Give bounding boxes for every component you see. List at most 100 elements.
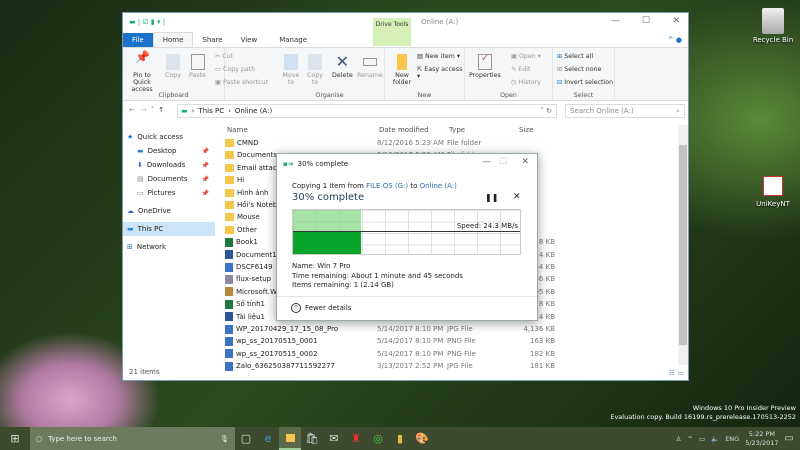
file-row[interactable]: wp_ss_20170515_0002 5/14/2017 8:10 PM PNG … [225, 348, 665, 360]
move-to-button[interactable]: Move to [281, 54, 301, 86]
destination-link[interactable]: Online (A:) [420, 182, 457, 190]
file-type: PNG File [447, 349, 476, 358]
file-explorer-taskbar-icon[interactable] [279, 427, 301, 450]
recent-locations-button[interactable]: ˅ [151, 106, 155, 114]
time-remaining: Time remaining: About 1 minute and 45 se… [292, 271, 463, 280]
ribbon: 📌 Pin to Quick access Copy Paste Clipboar… [123, 47, 688, 101]
microphone-icon[interactable]: 🎙 [220, 435, 229, 443]
copy-icon [165, 54, 180, 70]
edge-icon[interactable]: e [257, 427, 279, 450]
maximize-button[interactable]: ☐ [642, 16, 650, 26]
language-indicator[interactable]: ENG [725, 435, 739, 443]
start-button[interactable]: ⊞ [0, 427, 30, 450]
app-green-icon[interactable]: ◎ [367, 427, 389, 450]
select-none-button[interactable]: ⊞ Select none [557, 66, 601, 73]
tab-file[interactable]: File [123, 33, 153, 47]
delete-button[interactable]: ✕ Delete [332, 54, 353, 80]
nav-onedrive[interactable]: ☁ OneDrive [123, 204, 215, 218]
address-bar[interactable]: ▬ › This PC › Online (A:) ˅ ↻ [177, 104, 557, 118]
rename-button[interactable]: Rename [357, 54, 383, 79]
up-button[interactable]: ↑ [158, 106, 164, 114]
breadcrumb-this-pc[interactable]: This PC [198, 107, 224, 115]
easy-access-button[interactable]: ⇱ Easy access ▾ [417, 66, 464, 80]
column-name[interactable]: Name [227, 126, 248, 134]
tab-manage[interactable]: Manage [270, 33, 316, 47]
file-name: Microsoft.W [236, 287, 278, 296]
dialog-close-button[interactable]: ✕ [521, 157, 529, 167]
app-red-icon[interactable]: ♜ [345, 427, 367, 450]
search-box[interactable]: ○ Type here to search 🎙 [30, 427, 235, 450]
paste-button[interactable]: Paste [189, 54, 206, 79]
forward-button[interactable]: → [141, 106, 147, 114]
new-folder-icon [397, 54, 407, 70]
file-date: 5/14/2017 8:10 PM [377, 325, 444, 333]
nav-downloads[interactable]: ⬇ Downloads 📌 [123, 158, 215, 172]
copy-path-button[interactable]: ▭ Copy path [215, 66, 255, 73]
new-item-button[interactable]: ▤ New item ▾ [417, 53, 460, 60]
nav-quick-access[interactable]: ★ Quick access [123, 130, 215, 144]
column-size[interactable]: Size [519, 126, 533, 134]
vertical-scrollbar[interactable] [678, 125, 688, 365]
dialog-minimize-button[interactable]: — [482, 157, 491, 167]
recycle-bin-shortcut[interactable]: Recycle Bin [748, 8, 798, 44]
copy-to-button[interactable]: Copy to [305, 54, 325, 86]
column-type[interactable]: Type [449, 126, 465, 134]
action-center-icon[interactable]: ▭ [785, 433, 794, 444]
file-row[interactable]: WP_20170429_17_15_08_Pro 5/14/2017 8:10 P… [225, 323, 665, 335]
column-date[interactable]: Date modified [379, 126, 429, 134]
folder-icon [225, 151, 234, 160]
tray-overflow-icon[interactable]: ^ [687, 435, 692, 443]
back-button[interactable]: ← [129, 106, 135, 114]
file-row[interactable]: wp_ss_20170515_0001 5/14/2017 8:10 PM PNG … [225, 335, 665, 347]
cancel-copy-button[interactable]: ✕ [513, 192, 521, 202]
properties-button[interactable]: ✓ Properties [469, 54, 501, 80]
fewer-details-button[interactable]: ^ Fewer details [291, 303, 351, 313]
tab-share[interactable]: Share [193, 33, 231, 47]
nav-this-pc[interactable]: ▬ This PC [123, 222, 215, 236]
invert-selection-button[interactable]: ⊟ Invert selection [557, 79, 613, 86]
refresh-icon[interactable]: ˅ ↻ [540, 107, 552, 115]
tab-home[interactable]: Home [152, 32, 194, 47]
paint-icon[interactable]: 🎨 [411, 427, 433, 450]
title-bar: ▬ | ☑ ▮ ▾ | Drive Tools Online (A:) — ☐ … [123, 13, 688, 46]
download-icon: ⬇ [137, 161, 143, 169]
volume-icon[interactable]: 🔈 [711, 435, 719, 443]
clipboard-group: 📌 Pin to Quick access Copy Paste Clipboar… [123, 48, 225, 101]
file-row[interactable]: CMND 8/12/2016 5:23 AM File folder [225, 137, 665, 149]
excel-file-icon [225, 237, 233, 247]
file-row[interactable]: Zalo_636250387711592277 3/13/2017 2:52 PM… [225, 360, 665, 372]
source-link[interactable]: FILE OS (G:) [366, 182, 408, 190]
clock[interactable]: 5:22 PM 5/23/2017 [745, 430, 778, 448]
unikey-shortcut[interactable]: UniKeyNT [750, 176, 796, 208]
new-folder-button[interactable]: New folder [391, 54, 413, 86]
edit-button[interactable]: ✎ Edit [511, 66, 530, 73]
select-all-button[interactable]: ⊞ Select all [557, 53, 593, 60]
quick-access-toolbar[interactable]: ▬ | ☑ ▮ ▾ | [129, 18, 165, 26]
speed-line [293, 231, 520, 232]
nav-pictures[interactable]: ▭ Pictures 📌 [123, 186, 215, 200]
minimize-button[interactable]: — [611, 16, 620, 26]
nav-desktop[interactable]: ▬ Desktop 📌 [123, 144, 215, 158]
view-toggle-icons[interactable]: ☷ ▭ [669, 369, 684, 377]
people-icon[interactable]: ♙ [676, 435, 682, 443]
scrollbar-thumb[interactable] [679, 145, 687, 345]
nav-network[interactable]: ⊞ Network [123, 240, 215, 254]
breadcrumb-online[interactable]: Online (A:) [235, 107, 272, 115]
cut-button[interactable]: ✂ Cut [215, 53, 233, 60]
pin-to-quick-access-button[interactable]: 📌 Pin to Quick access [125, 51, 159, 93]
history-button[interactable]: ◷ History [511, 79, 541, 86]
paste-shortcut-button[interactable]: ▣ Paste shortcut [215, 79, 268, 86]
network-tray-icon[interactable]: ▭ [699, 435, 705, 443]
open-button[interactable]: ▣ Open ▾ [511, 53, 541, 60]
nav-documents[interactable]: ▤ Documents 📌 [123, 172, 215, 186]
copy-button[interactable]: Copy [165, 54, 181, 79]
app-book-icon[interactable]: ▮ [389, 427, 411, 450]
pause-button[interactable]: ❚❚ [485, 193, 498, 202]
close-button[interactable]: ✕ [672, 16, 680, 26]
store-icon[interactable]: 🛍 [301, 427, 323, 450]
task-view-button[interactable]: ▢ [235, 427, 257, 450]
mail-icon[interactable]: ✉ [323, 427, 345, 450]
tab-view[interactable]: View [232, 33, 267, 47]
help-icon[interactable]: ^ ● [668, 36, 682, 47]
search-input[interactable]: Search Online (A:) ⌕ [565, 104, 685, 118]
